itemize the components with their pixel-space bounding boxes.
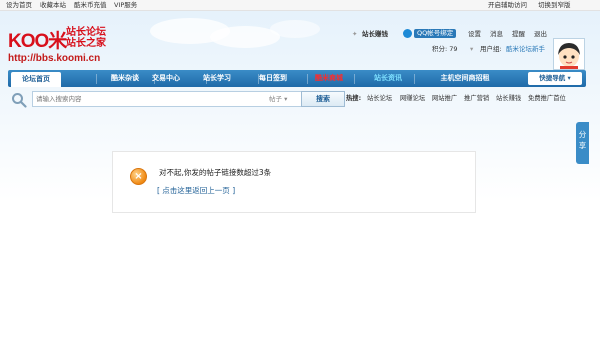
accessibility-link[interactable]: 开启辅助访问 bbox=[488, 1, 527, 10]
search-bar: 帖子 ▾ 搜索 热搜: 站长论坛 网赚论坛 网站推广 推广营销 站长赚钱 免费推… bbox=[8, 90, 586, 110]
hot-search-term[interactable]: 网站推广 bbox=[432, 94, 457, 103]
error-message-box: × 对不起,你发的帖子链接数超过3条 [ 点击这里返回上一页 ] bbox=[112, 151, 476, 213]
logo-tagline-2: 站长之家 bbox=[66, 38, 106, 49]
hot-search-term[interactable]: 免费推广首位 bbox=[528, 94, 566, 103]
nav-divider bbox=[96, 74, 97, 84]
logo-url: http://bbs.koomi.cn bbox=[8, 53, 101, 64]
dropdown-arrow-icon[interactable]: ▾ bbox=[470, 45, 473, 54]
search-icon bbox=[12, 93, 27, 108]
search-button[interactable]: 搜索 bbox=[301, 91, 345, 107]
user-icon: ✦ bbox=[352, 30, 358, 38]
quick-nav-dropdown[interactable]: 快捷导航 ▾ bbox=[528, 72, 582, 85]
messages-link[interactable]: 消息 bbox=[490, 30, 503, 39]
nav-webmaster-study[interactable]: 站长学习 bbox=[192, 70, 242, 87]
reminders-link[interactable]: 提醒 bbox=[512, 30, 525, 39]
hot-search-label: 热搜: bbox=[346, 95, 362, 102]
search-input[interactable] bbox=[36, 93, 236, 105]
error-message-text: 对不起,你发的帖子链接数超过3条 bbox=[159, 168, 272, 177]
points-display[interactable]: 积分: 79 bbox=[432, 45, 458, 54]
warning-close-icon: × bbox=[130, 168, 147, 185]
settings-link[interactable]: 设置 bbox=[468, 30, 481, 39]
hot-search-term[interactable]: 站长赚钱 bbox=[496, 94, 521, 103]
top-utility-bar: 设为首页 收藏本站 酷米币充值 VIP服务 开启辅助访问 切换到窄版 bbox=[0, 0, 600, 11]
user-group-label: 用户组: bbox=[480, 45, 502, 53]
narrow-version-link[interactable]: 切换到窄版 bbox=[538, 1, 571, 10]
nav-webmaster-news[interactable]: 站长资讯 bbox=[362, 70, 414, 87]
logo-brand: KOO米 bbox=[8, 31, 67, 52]
user-group-value[interactable]: 酷米论坛新手 bbox=[506, 45, 545, 54]
avatar[interactable] bbox=[553, 38, 585, 70]
qq-bind-button[interactable]: QQ帐号绑定 bbox=[414, 29, 457, 38]
nav-daily-checkin[interactable]: 每日签到 bbox=[248, 70, 298, 87]
search-type-label: 帖子 bbox=[269, 95, 282, 103]
chevron-down-icon: ▾ bbox=[567, 74, 571, 82]
site-header: KOO米 站长论坛 站长之家 http://bbs.koomi.cn ✦ 站长赚… bbox=[0, 12, 600, 70]
logout-link[interactable]: 退出 bbox=[534, 30, 547, 39]
hot-search-term[interactable]: 网赚论坛 bbox=[400, 94, 425, 103]
hot-search-term[interactable]: 推广营销 bbox=[464, 94, 489, 103]
set-homepage-link[interactable]: 设为首页 bbox=[6, 1, 32, 10]
cloud-decoration bbox=[270, 20, 320, 38]
nav-hosting-ads[interactable]: 主机空间商招租 bbox=[426, 70, 504, 87]
hot-search-term[interactable]: 站长论坛 bbox=[367, 94, 392, 103]
back-to-previous-link[interactable]: [ 点击这里返回上一页 ] bbox=[157, 186, 235, 196]
nav-trade-center[interactable]: 交易中心 bbox=[138, 70, 194, 87]
logo-tagline-1: 站长论坛 bbox=[66, 27, 106, 38]
vip-service-link[interactable]: VIP服务 bbox=[114, 1, 137, 10]
nav-divider bbox=[354, 74, 355, 84]
bookmark-site-link[interactable]: 收藏本站 bbox=[40, 1, 66, 10]
qq-icon bbox=[403, 29, 412, 38]
site-logo[interactable]: KOO米 站长论坛 站长之家 http://bbs.koomi.cn bbox=[8, 26, 138, 66]
earn-money-link[interactable]: 站长赚钱 bbox=[362, 30, 388, 39]
share-tab[interactable]: 分享 bbox=[576, 122, 589, 164]
nav-koomi-mall[interactable]: 酷米商城 bbox=[308, 70, 350, 87]
search-type-select[interactable]: 帖子 ▾ bbox=[269, 92, 287, 106]
nav-forum-home[interactable]: 论坛首页 bbox=[11, 72, 61, 87]
share-label: 分享 bbox=[578, 130, 587, 150]
recharge-link[interactable]: 酷米币充值 bbox=[74, 1, 107, 10]
nav-divider bbox=[414, 74, 415, 84]
main-nav: 论坛首页 酷米杂谈 交易中心 站长学习 每日签到 酷米商城 站长资讯 主机空间商… bbox=[8, 70, 586, 87]
quick-nav-label: 快捷导航 bbox=[539, 74, 566, 82]
search-box: 帖子 ▾ bbox=[32, 91, 308, 107]
avatar-face-icon bbox=[554, 39, 584, 69]
